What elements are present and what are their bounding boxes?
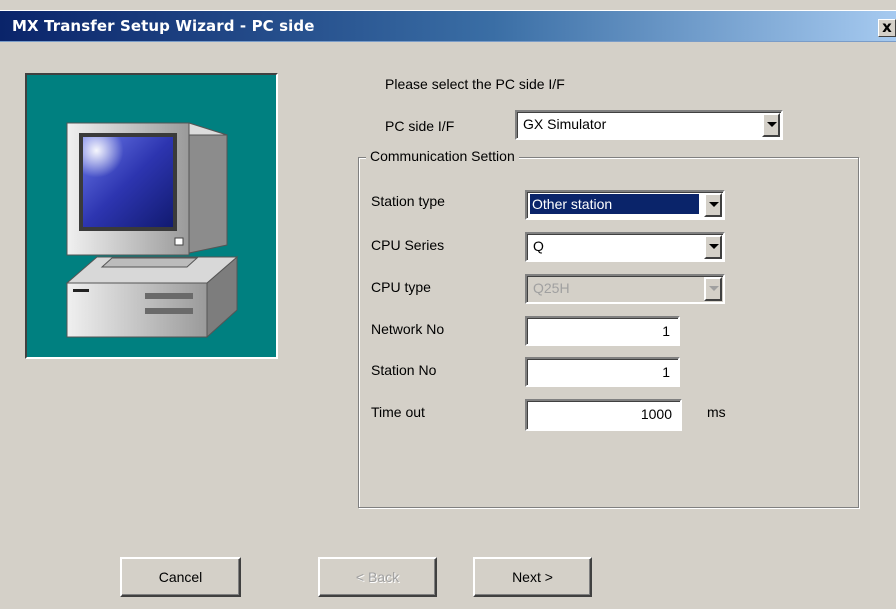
network-no-input[interactable]: 1 [525, 316, 680, 346]
cpu-type-select: Q25H [525, 274, 725, 304]
title-bar: MX Transfer Setup Wizard - PC side x [0, 10, 896, 42]
pc-side-if-dropdown-button[interactable] [762, 113, 780, 137]
cpu-type-value: Q25H [533, 280, 570, 296]
chevron-down-icon [709, 202, 719, 207]
cancel-button[interactable]: Cancel [120, 557, 241, 597]
station-type-select[interactable]: Other station [525, 190, 725, 220]
network-no-label: Network No [371, 321, 445, 337]
computer-illustration-panel [25, 73, 278, 359]
chevron-down-icon [709, 244, 719, 249]
instruction-text: Please select the PC side I/F [385, 76, 565, 92]
next-button[interactable]: Next > [473, 557, 592, 597]
cpu-type-label: CPU type [371, 279, 431, 295]
cpu-series-value: Q [533, 238, 544, 254]
pc-side-if-select[interactable]: GX Simulator [515, 110, 783, 140]
time-out-input[interactable]: 1000 [525, 399, 682, 431]
cpu-series-select[interactable]: Q [525, 232, 725, 262]
computer-illustration-icon [65, 122, 239, 339]
communication-group-title: Communication Settion [366, 148, 519, 164]
station-type-label: Station type [371, 193, 445, 209]
time-out-label: Time out [371, 404, 425, 420]
chevron-down-icon [767, 122, 777, 127]
station-type-value: Other station [530, 194, 699, 214]
station-type-dropdown-button[interactable] [704, 193, 722, 217]
back-button: < Back [318, 557, 437, 597]
time-out-unit: ms [707, 404, 726, 420]
chevron-down-icon [709, 286, 719, 291]
pc-side-if-value: GX Simulator [523, 116, 607, 132]
station-no-label: Station No [371, 362, 437, 378]
station-no-input[interactable]: 1 [525, 357, 680, 387]
cpu-series-label: CPU Series [371, 237, 445, 253]
close-button[interactable]: x [878, 19, 896, 37]
pc-side-if-label: PC side I/F [385, 118, 455, 134]
cpu-series-dropdown-button[interactable] [704, 235, 722, 259]
cpu-type-dropdown-button [704, 277, 722, 301]
window-title: MX Transfer Setup Wizard - PC side [12, 17, 315, 35]
